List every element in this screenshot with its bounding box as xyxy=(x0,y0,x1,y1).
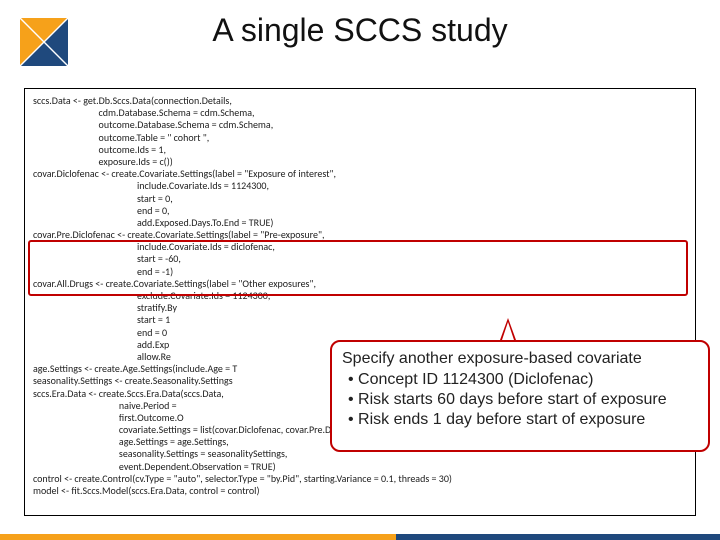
callout: Specify another exposure-based covariate… xyxy=(330,340,710,452)
callout-bullet: Concept ID 1124300 (Diclofenac) xyxy=(348,370,698,390)
callout-lead: Specify another exposure-based covariate xyxy=(342,350,698,368)
callout-bullet: Risk starts 60 days before start of expo… xyxy=(348,390,698,410)
callout-bullet: Risk ends 1 day before start of exposure xyxy=(348,410,698,430)
slide-title: A single SCCS study xyxy=(0,12,720,49)
callout-tail-inner xyxy=(502,322,514,340)
title-zone: A single SCCS study xyxy=(0,12,720,49)
footer-accent-bar xyxy=(0,534,720,540)
slide: A single SCCS study sccs.Data <- get.Db.… xyxy=(0,0,720,540)
callout-list: Concept ID 1124300 (Diclofenac) Risk sta… xyxy=(342,370,698,430)
